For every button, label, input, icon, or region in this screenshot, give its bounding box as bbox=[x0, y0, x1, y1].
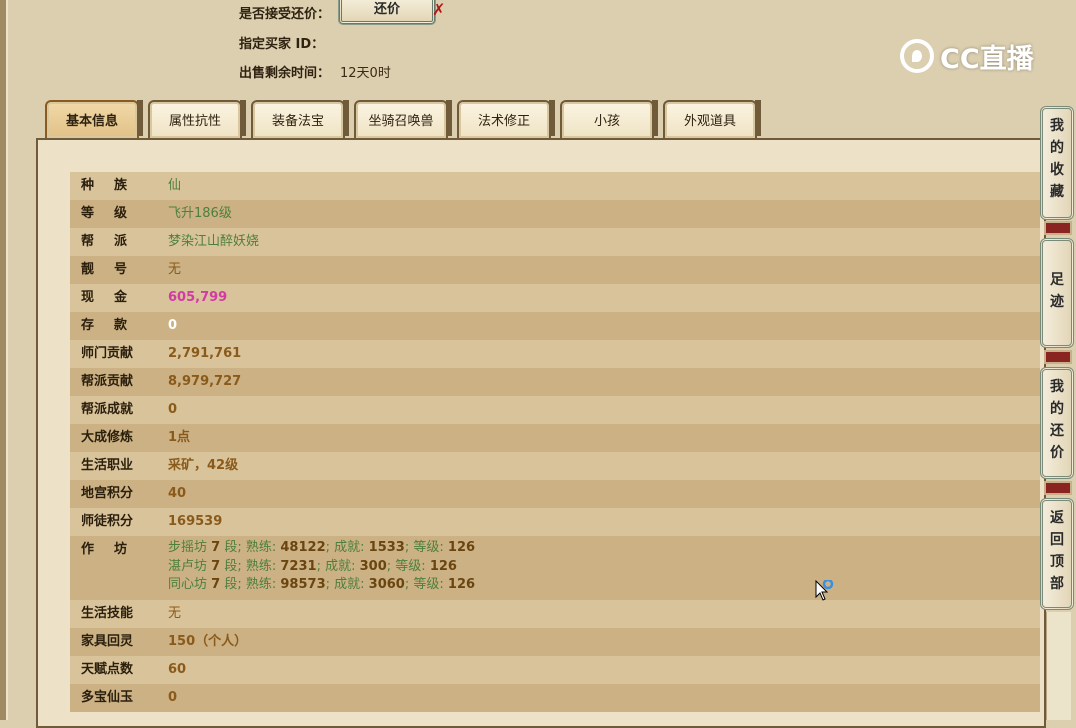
row-value: 2,791,761 bbox=[168, 346, 242, 361]
counter-offer-button[interactable]: 还价 bbox=[339, 0, 435, 24]
row-value: 采矿，42级 bbox=[168, 458, 239, 473]
table-row: 等级 飞升186级 bbox=[70, 200, 1040, 228]
mouse-cursor-icon bbox=[815, 578, 835, 608]
workshop-line: 湛卢坊 7 段; 熟练: 7231; 成就: 300; 等级: 126 bbox=[168, 558, 457, 574]
row-label: 帮派 bbox=[81, 234, 148, 249]
row-label: 帮派贡献 bbox=[81, 374, 134, 389]
side-bar-track bbox=[1046, 612, 1071, 720]
my-favorites-button[interactable]: 我的收藏 bbox=[1040, 106, 1074, 220]
row-label: 生活职业 bbox=[81, 458, 134, 473]
tab-children[interactable]: 小孩 bbox=[560, 100, 658, 138]
row-label: 帮派成就 bbox=[81, 402, 134, 417]
my-counter-offers-button[interactable]: 我的还价 bbox=[1040, 367, 1074, 479]
table-row: 种族 仙 bbox=[70, 172, 1040, 200]
table-row: 存款 0 bbox=[70, 312, 1040, 340]
my-favorites-label: 我的收藏 bbox=[1050, 118, 1064, 200]
row-value: 0 bbox=[168, 690, 178, 705]
table-row: 家具回灵 150（个人） bbox=[70, 628, 1040, 656]
table-row: 帮派贡献 8,979,727 bbox=[70, 368, 1040, 396]
row-value: 仙 bbox=[168, 178, 182, 193]
accept-counter-row: 是否接受还价： bbox=[239, 3, 330, 22]
tab-mounts-pets[interactable]: 坐骑召唤兽 bbox=[354, 100, 452, 138]
tab-basic-info[interactable]: 基本信息 bbox=[45, 100, 143, 138]
tab-appearance[interactable]: 外观道具 bbox=[663, 100, 761, 138]
row-value: 605,799 bbox=[168, 290, 228, 305]
row-label: 地宫积分 bbox=[81, 486, 134, 501]
row-value: 40 bbox=[168, 486, 187, 501]
tab-equipment[interactable]: 装备法宝 bbox=[251, 100, 349, 138]
row-label: 天赋点数 bbox=[81, 662, 134, 677]
tab-attributes[interactable]: 属性抗性 bbox=[148, 100, 246, 138]
tab-spell-mods[interactable]: 法术修正 bbox=[457, 100, 555, 138]
basic-info-table: 种族 仙 等级 飞升186级 帮派 梦染江山醉妖娆 靓号 无 现金 605,79… bbox=[70, 172, 1040, 712]
buyer-id-row: 指定买家 ID： bbox=[239, 33, 324, 52]
row-label: 作坊 bbox=[81, 542, 148, 557]
remaining-time-row: 出售剩余时间： 12天0时 bbox=[239, 62, 391, 81]
row-value: 60 bbox=[168, 662, 187, 677]
footprint-button[interactable]: 足迹 bbox=[1040, 238, 1074, 348]
remaining-time-label: 出售剩余时间： bbox=[239, 66, 331, 81]
close-x-icon[interactable]: ✗ bbox=[432, 0, 445, 19]
row-value: 1点 bbox=[168, 430, 191, 445]
back-to-top-label: 返回顶部 bbox=[1050, 510, 1064, 592]
remaining-time-value: 12天0时 bbox=[340, 66, 391, 81]
row-label: 种族 bbox=[81, 178, 148, 193]
table-row: 生活职业 采矿，42级 bbox=[70, 452, 1040, 480]
row-value: 无 bbox=[168, 606, 182, 621]
row-value: 150（个人） bbox=[168, 634, 248, 649]
row-value: 8,979,727 bbox=[168, 374, 242, 389]
table-row: 现金 605,799 bbox=[70, 284, 1040, 312]
row-label: 存款 bbox=[81, 318, 148, 333]
table-row: 师门贡献 2,791,761 bbox=[70, 340, 1040, 368]
row-value: 梦染江山醉妖娆 bbox=[168, 234, 260, 249]
row-label: 多宝仙玉 bbox=[81, 690, 134, 705]
table-row: 帮派成就 0 bbox=[70, 396, 1040, 424]
cc-logo-icon bbox=[900, 39, 934, 73]
workshop-line: 同心坊 7 段; 熟练: 98573; 成就: 3060; 等级: 126 bbox=[168, 577, 476, 592]
table-row: 作坊 步摇坊 7 段; 熟练: 48122; 成就: 1533; 等级: 126… bbox=[70, 536, 1040, 600]
my-counter-offers-label: 我的还价 bbox=[1050, 379, 1064, 461]
accept-counter-label: 是否接受还价： bbox=[239, 7, 331, 22]
table-row: 生活技能 无 bbox=[70, 600, 1040, 628]
row-label: 家具回灵 bbox=[81, 634, 134, 649]
table-row: 大成修炼 1点 bbox=[70, 424, 1040, 452]
table-row: 靓号 无 bbox=[70, 256, 1040, 284]
row-value: 0 bbox=[168, 402, 178, 417]
side-divider bbox=[1044, 350, 1072, 364]
row-value: 0 bbox=[168, 318, 178, 333]
row-label: 大成修炼 bbox=[81, 430, 134, 445]
table-row: 师徒积分 169539 bbox=[70, 508, 1040, 536]
footprint-label: 足迹 bbox=[1050, 272, 1064, 310]
buyer-id-label: 指定买家 ID： bbox=[239, 37, 325, 52]
table-row: 地宫积分 40 bbox=[70, 480, 1040, 508]
row-label: 师门贡献 bbox=[81, 346, 134, 361]
back-to-top-button[interactable]: 返回顶部 bbox=[1040, 498, 1074, 610]
row-value: 飞升186级 bbox=[168, 206, 232, 221]
row-label: 师徒积分 bbox=[81, 514, 134, 529]
table-row: 天赋点数 60 bbox=[70, 656, 1040, 684]
row-label: 靓号 bbox=[81, 262, 148, 277]
row-label: 现金 bbox=[81, 290, 148, 305]
row-label: 等级 bbox=[81, 206, 148, 221]
logo-text: CC直播 bbox=[940, 43, 1034, 75]
row-value: 169539 bbox=[168, 514, 223, 529]
side-divider bbox=[1044, 481, 1072, 495]
row-label: 生活技能 bbox=[81, 606, 134, 621]
workshop-line: 步摇坊 7 段; 熟练: 48122; 成就: 1533; 等级: 126 bbox=[168, 540, 476, 555]
cc-live-logo: CC直播 bbox=[900, 36, 1034, 76]
table-row: 多宝仙玉 0 bbox=[70, 684, 1040, 712]
row-value: 无 bbox=[168, 262, 182, 277]
side-divider bbox=[1044, 221, 1072, 235]
page-left-border-highlight bbox=[6, 0, 8, 720]
workshop-list: 步摇坊 7 段; 熟练: 48122; 成就: 1533; 等级: 126 湛卢… bbox=[168, 536, 475, 598]
table-row: 帮派 梦染江山醉妖娆 bbox=[70, 228, 1040, 256]
